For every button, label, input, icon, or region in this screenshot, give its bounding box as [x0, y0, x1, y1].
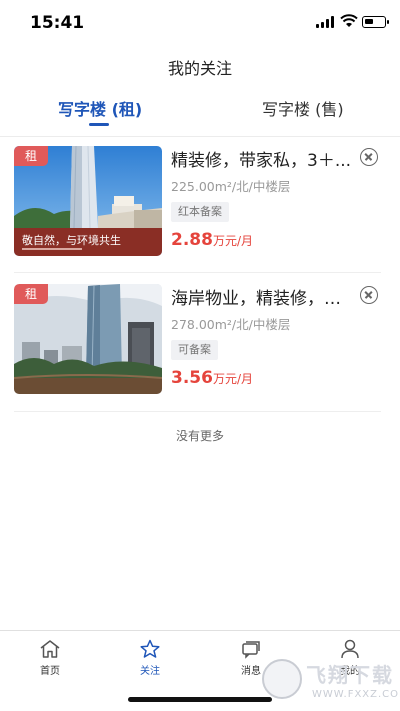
listing-meta: 278.00m²/北/中楼层 [171, 317, 291, 332]
listing-image: 敬自然，与环境共生 租 [14, 146, 162, 256]
home-icon [40, 640, 60, 658]
price-amount: 2.88 [171, 230, 213, 250]
record-badge: 可备案 [171, 340, 218, 360]
star-icon [140, 639, 160, 658]
listing-price: 3.56万元/月 [171, 368, 253, 388]
home-indicator [128, 697, 272, 702]
status-time: 15:41 [30, 13, 85, 33]
rent-tag: 租 [14, 146, 48, 166]
tab-office-rent[interactable]: 写字楼 (租) [58, 96, 142, 120]
listing-meta: 225.00m²/北/中楼层 [171, 179, 291, 194]
nav-home[interactable]: 首页 [20, 639, 80, 677]
watermark-url: WWW.FXXZ.COM [312, 689, 400, 700]
nav-favorites[interactable]: 关注 [120, 639, 180, 677]
message-icon [242, 641, 260, 659]
remove-favorite-button[interactable] [360, 286, 378, 304]
price-unit: 万元/月 [212, 234, 253, 248]
page-title: 我的关注 [167, 59, 232, 78]
listing-card[interactable]: 租 海岸物业，精装修，带... 278.00m²/北/中楼层 可备案 3.56万… [14, 284, 381, 396]
watermark-emblem-icon [262, 659, 302, 699]
status-bar: 15:41 [0, 0, 400, 44]
site-watermark-logo: 飞翔下载 WWW.FXXZ.COM [262, 655, 400, 707]
remove-favorite-button[interactable] [360, 148, 378, 166]
price-amount: 3.56 [171, 368, 213, 388]
nav-label: 关注 [140, 666, 160, 677]
listing-title: 海岸物业，精装修，带... [171, 289, 353, 309]
record-badge: 红本备案 [171, 202, 229, 222]
cellular-signal-icon [316, 16, 336, 28]
divider [0, 136, 400, 137]
listing-card[interactable]: 敬自然，与环境共生 租 精装修，带家私，3＋... 225.00m²/北/中楼层… [14, 146, 381, 258]
divider [14, 272, 381, 273]
price-unit: 万元/月 [212, 372, 253, 386]
tab-office-sale[interactable]: 写字楼 (售) [262, 96, 344, 120]
image-caption: 敬自然，与环境共生 [22, 233, 121, 247]
battery-icon [362, 16, 389, 28]
tab-bar: 写字楼 (租) 写字楼 (售) [0, 92, 400, 128]
listing-price: 2.88万元/月 [171, 230, 253, 250]
nav-label: 首页 [40, 666, 60, 677]
listing-image: 租 [14, 284, 162, 394]
divider [14, 411, 381, 412]
wifi-icon [340, 14, 358, 27]
rent-tag: 租 [14, 284, 48, 304]
list-end-text: 没有更多 [175, 429, 224, 443]
watermark-text: 飞翔下载 [306, 663, 394, 687]
listing-title: 精装修，带家私，3＋... [171, 151, 352, 171]
active-tab-indicator [89, 123, 109, 126]
